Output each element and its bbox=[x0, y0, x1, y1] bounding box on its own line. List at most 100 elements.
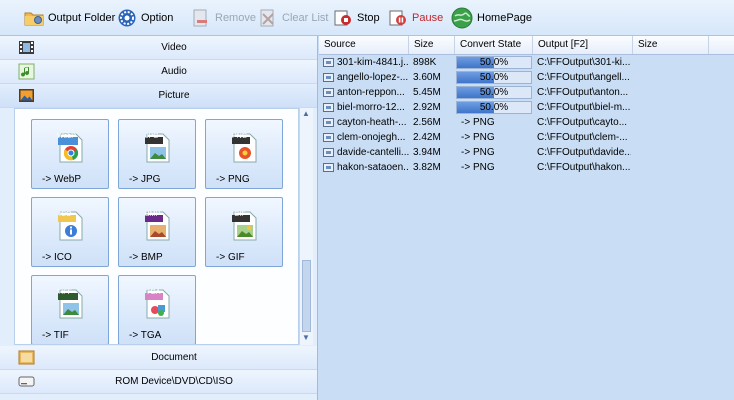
source-cell: cayton-heath-... bbox=[337, 117, 407, 128]
output-path-cell: C:\FFOutput\davide... bbox=[537, 147, 631, 158]
column-header-output-size[interactable]: Size bbox=[633, 36, 709, 54]
format-badge: BMP bbox=[145, 211, 161, 218]
convert-state-cell: -> PNG bbox=[461, 117, 495, 128]
image-file-icon bbox=[323, 133, 334, 142]
progress-bar: 50.0% bbox=[456, 71, 532, 84]
gear-icon bbox=[117, 8, 137, 28]
table-row[interactable]: 301-kim-4841.j... 898K 50.0% C:\FFOutput\30… bbox=[319, 55, 734, 70]
format-tile-gif[interactable]: -> GIF bbox=[205, 197, 283, 267]
format-label: -> WebP bbox=[42, 174, 81, 185]
image-file-icon bbox=[323, 118, 334, 127]
option-button[interactable]: Option bbox=[117, 6, 173, 30]
format-tile-tga[interactable]: -> TGA bbox=[118, 275, 196, 344]
output-path-cell: C:\FFOutput\clem-... bbox=[537, 132, 628, 143]
column-header-output[interactable]: Output [F2] bbox=[533, 36, 633, 54]
file-list-panel: Source Size Convert State Output [F2] Si… bbox=[319, 36, 734, 400]
table-row[interactable]: clem-onojegh... 2.42M -> PNG C:\FFOutput\cl… bbox=[319, 130, 734, 145]
source-cell: hakon-sataoen... bbox=[337, 162, 409, 173]
format-badge: TIFF bbox=[57, 289, 72, 296]
size-cell: 2.92M bbox=[413, 102, 441, 113]
source-cell: biel-morro-12... bbox=[337, 102, 405, 113]
source-cell: 301-kim-4841.j... bbox=[337, 57, 409, 68]
pause-icon bbox=[388, 8, 408, 28]
column-header-source[interactable]: Source bbox=[319, 36, 409, 54]
category-document-label: Document bbox=[151, 352, 197, 363]
table-row[interactable]: cayton-heath-... 2.56M -> PNG C:\FFOutput\c… bbox=[319, 115, 734, 130]
source-cell: anton-reppon... bbox=[337, 87, 405, 98]
format-badge: WebP bbox=[57, 133, 76, 140]
progress-bar: 50.0% bbox=[456, 86, 532, 99]
homepage-label: HomePage bbox=[477, 12, 533, 24]
remove-icon bbox=[191, 8, 211, 28]
format-label: -> JPG bbox=[129, 174, 161, 185]
convert-state-cell: -> PNG bbox=[461, 147, 495, 158]
category-video[interactable]: Video bbox=[0, 36, 317, 60]
category-video-label: Video bbox=[161, 42, 187, 53]
format-label: -> BMP bbox=[129, 252, 163, 263]
pause-button[interactable]: Pause bbox=[388, 6, 443, 30]
table-header: Source Size Convert State Output [F2] Si… bbox=[319, 36, 734, 55]
source-cell: davide-cantelli... bbox=[337, 147, 409, 158]
convert-state-cell: 50.0% bbox=[479, 72, 509, 83]
progress-bar: 50.0% bbox=[456, 56, 532, 69]
format-grid-scrollbar[interactable]: ▲ ▼ bbox=[299, 108, 313, 345]
size-cell: 3.60M bbox=[413, 72, 441, 83]
format-badge: TGA bbox=[146, 289, 161, 296]
clear-list-button[interactable]: Clear List bbox=[258, 6, 328, 30]
folder-icon bbox=[24, 8, 44, 28]
progress-bar: 50.0% bbox=[456, 101, 532, 114]
table-row[interactable]: hakon-sataoen... 3.82M -> PNG C:\FFOutput\h… bbox=[319, 160, 734, 175]
image-file-icon bbox=[323, 88, 334, 97]
output-path-cell: C:\FFOutput\cayto... bbox=[537, 117, 628, 128]
source-cell: clem-onojegh... bbox=[337, 132, 406, 143]
convert-state-cell: 50.0% bbox=[479, 102, 509, 113]
size-cell: 3.94M bbox=[413, 147, 441, 158]
table-row[interactable]: angello-lopez-... 3.60M 50.0% C:\FFOutput\a… bbox=[319, 70, 734, 85]
format-label: -> ICO bbox=[42, 252, 72, 263]
output-path-cell: C:\FFOutput\301-ki... bbox=[537, 57, 631, 68]
image-file-icon bbox=[323, 163, 334, 172]
format-tile-png[interactable]: -> PNG bbox=[205, 119, 283, 189]
table-row[interactable]: anton-reppon... 5.45M 50.0% C:\FFOutput\ant… bbox=[319, 85, 734, 100]
category-rom-device-label: ROM Device\DVD\CD\ISO bbox=[115, 376, 233, 387]
scroll-down-icon[interactable]: ▼ bbox=[302, 333, 310, 342]
stop-button[interactable]: Stop bbox=[333, 6, 380, 30]
stop-icon bbox=[333, 8, 353, 28]
column-header-convert-state[interactable]: Convert State bbox=[455, 36, 533, 54]
table-row[interactable]: davide-cantelli... 3.94M -> PNG C:\FFOutput… bbox=[319, 145, 734, 160]
scrollbar-thumb[interactable] bbox=[302, 260, 311, 332]
column-header-size[interactable]: Size bbox=[409, 36, 455, 54]
format-tile-bmp[interactable]: -> BMP bbox=[118, 197, 196, 267]
image-file-icon bbox=[323, 103, 334, 112]
output-folder-button[interactable]: Output Folder bbox=[24, 6, 115, 30]
output-path-cell: C:\FFOutput\anton... bbox=[537, 87, 629, 98]
format-badge: ICO bbox=[59, 211, 72, 218]
format-badge: JPG bbox=[145, 133, 159, 140]
clear-icon bbox=[258, 8, 278, 28]
format-tile-webp[interactable]: -> WebP bbox=[31, 119, 109, 189]
format-tile-ico[interactable]: -> ICO bbox=[31, 197, 109, 267]
remove-button[interactable]: Remove bbox=[191, 6, 256, 30]
toolbar: Output Folder Option Remove Clear List S… bbox=[0, 0, 734, 36]
format-tile-jpg[interactable]: -> JPG bbox=[118, 119, 196, 189]
category-audio[interactable]: Audio bbox=[0, 60, 317, 84]
format-tile-tif[interactable]: -> TIF bbox=[31, 275, 109, 344]
format-label: -> TIF bbox=[42, 330, 69, 341]
output-folder-label: Output Folder bbox=[48, 12, 116, 24]
scroll-up-icon[interactable]: ▲ bbox=[302, 109, 310, 118]
picture-format-grid: -> WebP -> JPG -> PNG -> ICO -> BMP -> G… bbox=[14, 108, 299, 345]
size-cell: 3.82M bbox=[413, 162, 441, 173]
category-document[interactable]: Document bbox=[0, 346, 317, 370]
output-path-cell: C:\FFOutput\biel-m... bbox=[537, 102, 631, 113]
table-row[interactable]: biel-morro-12... 2.92M 50.0% C:\FFOutput\bi… bbox=[319, 100, 734, 115]
homepage-button[interactable]: HomePage bbox=[451, 6, 532, 30]
category-rom-device[interactable]: ROM Device\DVD\CD\ISO bbox=[0, 370, 317, 394]
category-picture[interactable]: Picture bbox=[0, 84, 317, 108]
category-audio-label: Audio bbox=[161, 66, 187, 77]
format-badge: PNG bbox=[232, 133, 248, 140]
convert-state-cell: 50.0% bbox=[479, 57, 509, 68]
convert-state-cell: -> PNG bbox=[461, 162, 495, 173]
stop-label: Stop bbox=[357, 12, 380, 24]
size-cell: 5.45M bbox=[413, 87, 441, 98]
size-cell: 2.56M bbox=[413, 117, 441, 128]
